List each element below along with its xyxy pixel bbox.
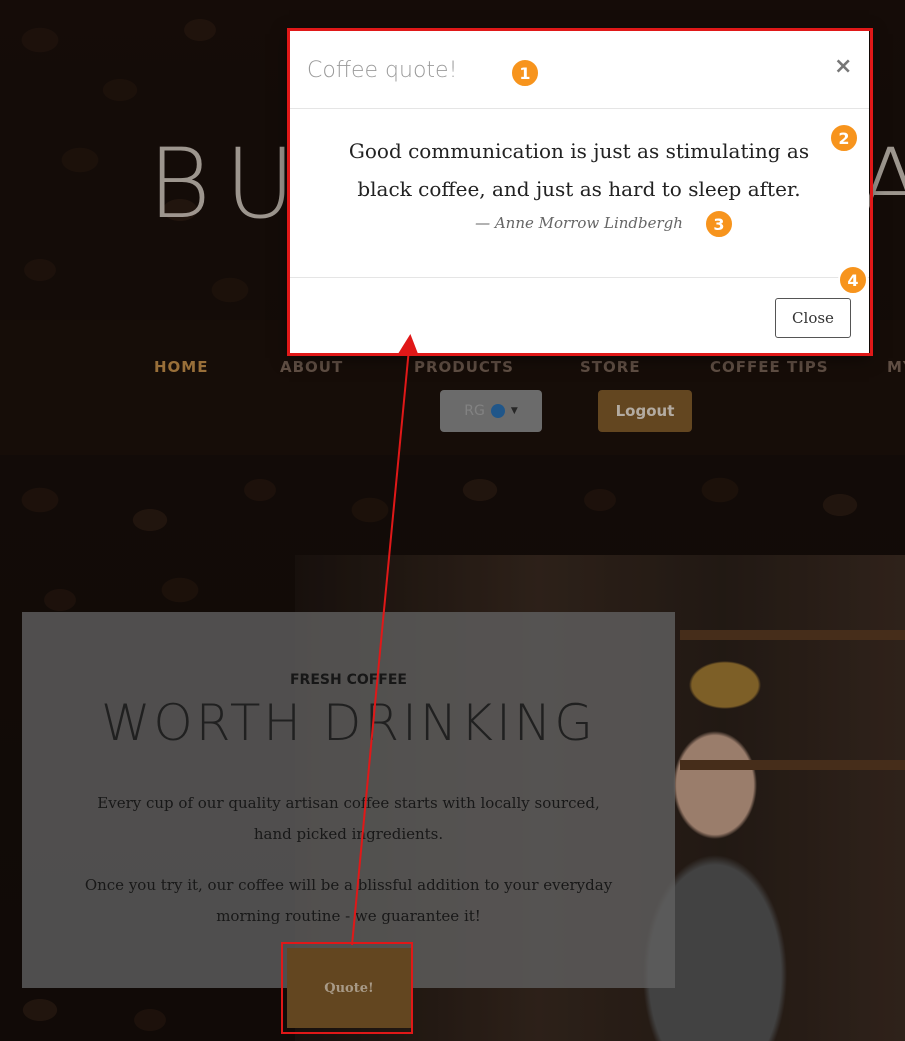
annotation-badge-3: 3 bbox=[704, 209, 734, 239]
annotation-badge-2: 2 bbox=[829, 123, 859, 153]
annotation-arrow bbox=[351, 334, 419, 946]
annotation-badge-4: 4 bbox=[838, 265, 868, 295]
annotation-badge-1: 1 bbox=[510, 58, 540, 88]
